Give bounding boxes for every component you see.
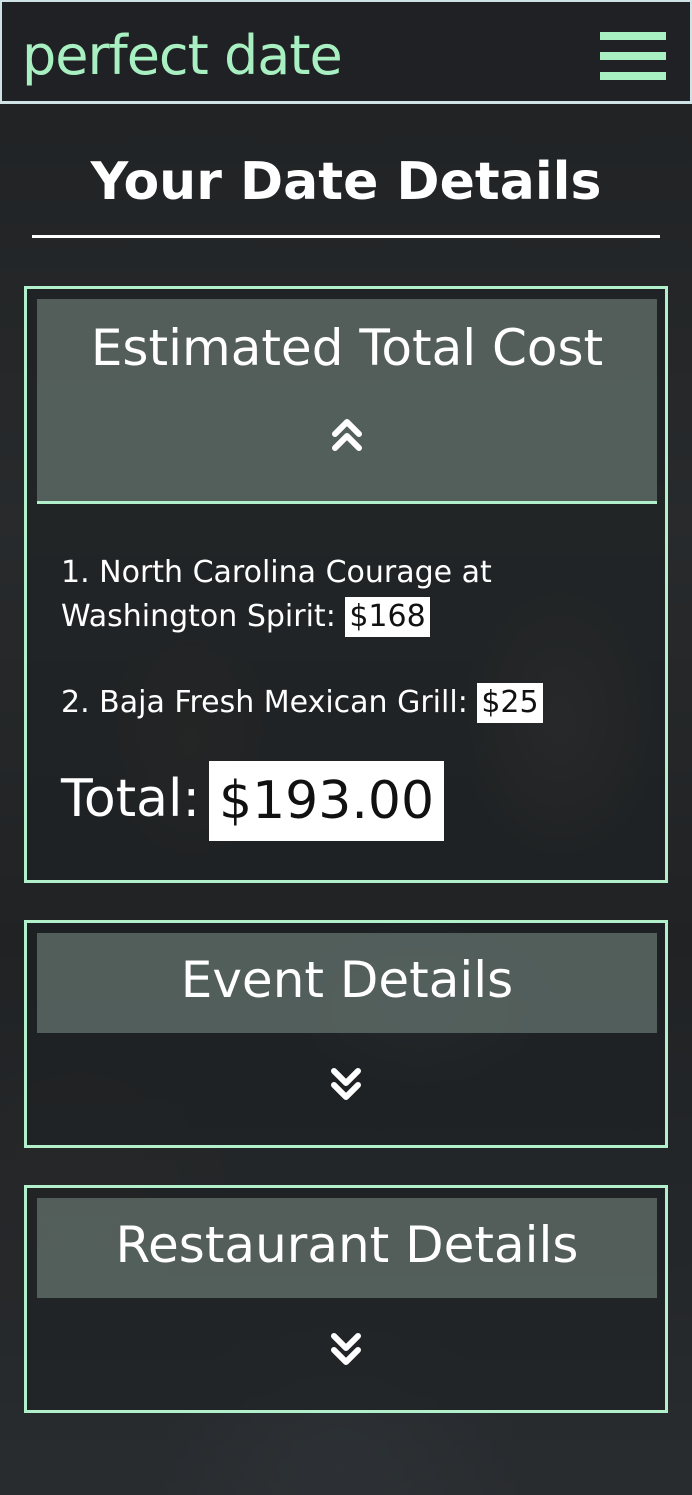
cost-item: 2. Baja Fresh Mexican Grill: $25 — [61, 681, 543, 725]
top-navbar: perfect date — [0, 0, 692, 104]
cost-card-title: Estimated Total Cost — [90, 319, 604, 377]
restaurant-card: Restaurant Details — [24, 1185, 668, 1413]
event-card: Event Details — [24, 920, 668, 1148]
hamburger-bar — [600, 72, 666, 80]
chevron-double-down-icon[interactable] — [330, 1330, 362, 1370]
event-card-header[interactable]: Event Details — [37, 933, 657, 1033]
restaurant-card-title: Restaurant Details — [115, 1216, 579, 1274]
chevron-double-down-icon[interactable] — [330, 1065, 362, 1105]
title-divider — [32, 235, 660, 238]
cost-item-name: 1. North Carolina Courage at — [61, 555, 492, 590]
cost-item-price: $25 — [477, 683, 543, 723]
cost-item-name-cont: Washington Spirit: $168 — [61, 595, 492, 639]
event-card-title: Event Details — [180, 951, 514, 1009]
total-label: Total: — [61, 769, 200, 829]
cost-item-separator: : — [325, 599, 346, 634]
total-value: $193.00 — [209, 761, 445, 841]
restaurant-card-header[interactable]: Restaurant Details — [37, 1198, 657, 1298]
page-title: Your Date Details — [90, 152, 602, 212]
chevron-double-up-icon[interactable] — [331, 414, 363, 454]
cost-item-name-2: Washington Spirit — [61, 599, 326, 634]
cost-item-price: $168 — [345, 597, 430, 637]
cost-item: 1. North Carolina Courage at Washington … — [61, 551, 492, 639]
cost-item-name: 2. Baja Fresh Mexican Grill — [61, 685, 458, 720]
cost-item-separator: : — [457, 685, 478, 720]
hamburger-bar — [600, 32, 666, 40]
brand-logo-text[interactable]: perfect date — [22, 24, 343, 87]
cost-card: Estimated Total Cost 1. North Carolina C… — [24, 286, 668, 883]
cost-card-header[interactable]: Estimated Total Cost — [37, 299, 657, 504]
hamburger-menu-icon[interactable] — [600, 32, 666, 80]
hamburger-bar — [600, 52, 666, 60]
